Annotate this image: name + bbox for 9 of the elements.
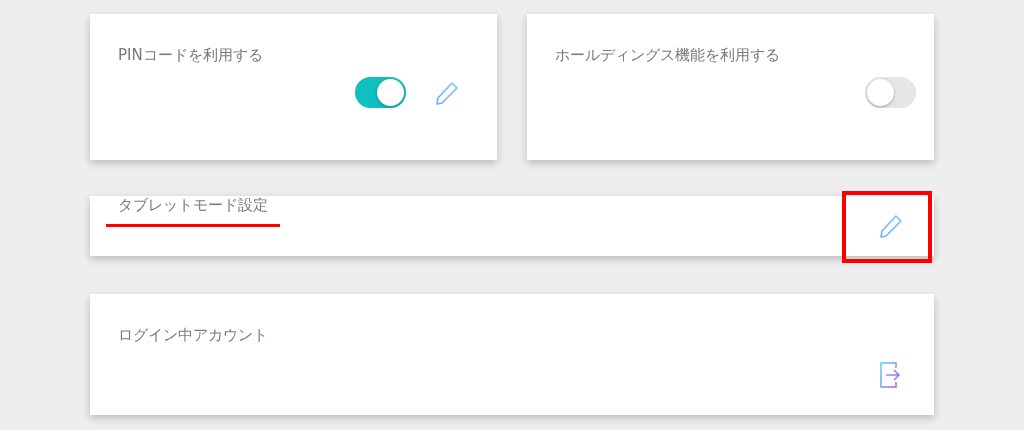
setting-title: ログイン中アカウント: [118, 326, 268, 345]
toggle-switch[interactable]: [355, 77, 406, 108]
pencil-icon[interactable]: [878, 213, 904, 239]
setting-title: タブレットモード設定: [118, 196, 268, 215]
logout-icon[interactable]: [878, 361, 902, 389]
setting-title: ホールディングス機能を利用する: [555, 46, 780, 65]
setting-title: PINコードを利用する: [118, 46, 263, 65]
pencil-icon[interactable]: [434, 79, 460, 106]
toggle-switch[interactable]: [865, 77, 916, 108]
